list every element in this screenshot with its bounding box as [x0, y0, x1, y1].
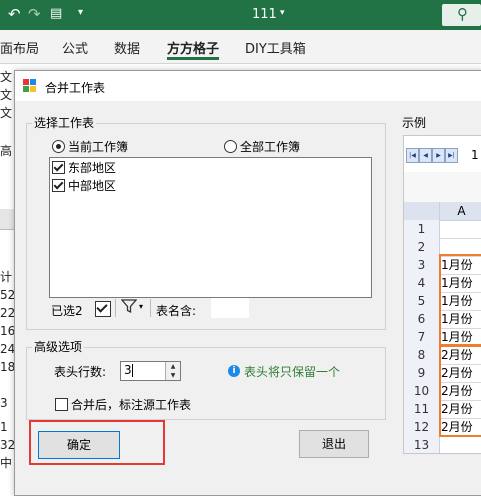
- sheet-cell: 18: [0, 360, 14, 374]
- sheet-name-filter-label: 表名含:: [156, 304, 197, 318]
- check-icon: [96, 301, 108, 313]
- title-bar: ↶ ↷ ▤ ▾ 111 ▾ ⚲: [0, 0, 481, 30]
- annotate-source-label[interactable]: 合并后，标注源工作表: [71, 396, 191, 413]
- dialog-title-bar: 合并工作表: [15, 71, 481, 101]
- header-rows-value[interactable]: 3: [124, 363, 132, 377]
- sheet-checkbox-east[interactable]: [52, 161, 65, 174]
- selected-count: 已选2: [51, 304, 83, 318]
- sheet-label-central[interactable]: 中部地区: [68, 177, 116, 194]
- example-cell: [440, 220, 481, 239]
- dialog-title: 合并工作表: [45, 81, 106, 95]
- divider: [115, 299, 116, 317]
- title-dropdown-icon[interactable]: ▾: [280, 8, 285, 18]
- sheet-list[interactable]: 东部地区 中部地区: [49, 157, 372, 298]
- row-header: 3: [404, 256, 440, 275]
- advanced-options-group-label: 高级选项: [32, 338, 85, 355]
- example-cell: [440, 436, 481, 453]
- sheet-nav: |◀ ◀ ▶ ▶| 1: [404, 148, 481, 164]
- sheet-cell: 52: [0, 288, 14, 302]
- tab-page-layout[interactable]: 面布局: [0, 38, 39, 57]
- highlight-january-block: [439, 254, 481, 347]
- tab-fangfanggezi[interactable]: 方方格子: [167, 38, 219, 57]
- sheet-cell: 文: [0, 70, 13, 84]
- last-sheet-icon: ▶|: [445, 148, 458, 163]
- sheet-cell: 文: [0, 106, 13, 120]
- text-cursor: [132, 364, 133, 377]
- radio-current-workbook[interactable]: [52, 140, 65, 153]
- select-sheets-group-label: 选择工作表: [32, 114, 97, 131]
- row-header: 4: [404, 274, 440, 293]
- customize-icon[interactable]: ▤: [50, 6, 62, 21]
- radio-all-workbooks[interactable]: [224, 140, 237, 153]
- info-icon: i: [228, 365, 240, 377]
- sheet-cell: 计: [0, 270, 13, 284]
- row-header: 1: [404, 220, 440, 239]
- row-header: 11: [404, 400, 440, 419]
- row-header: 2: [404, 238, 440, 257]
- sheet-cell: 32: [0, 438, 14, 452]
- ok-button-highlight: [29, 420, 165, 465]
- sheet-column-header: [0, 209, 14, 230]
- radio-current-workbook-label[interactable]: 当前工作簿: [68, 138, 128, 155]
- app-icon: [23, 79, 36, 92]
- divider: [150, 299, 151, 317]
- sheet-checkbox-central[interactable]: [52, 179, 65, 192]
- sheet-cell: 22: [0, 306, 14, 320]
- sheet-cell: 中: [0, 456, 13, 470]
- search-box[interactable]: ⚲: [442, 4, 481, 26]
- quick-access-dropdown-icon[interactable]: ▾: [78, 7, 83, 18]
- sheet-name-filter-input[interactable]: [211, 298, 249, 318]
- sheet-cell: 3: [0, 396, 8, 410]
- worksheet-left-strip: 文 文 文 高 计 52 22 16 24 18 3 1 32 中: [0, 64, 14, 496]
- redo-icon[interactable]: ↷: [28, 5, 41, 23]
- header-rows-label: 表头行数:: [54, 365, 107, 379]
- example-sheet-tab: 1: [471, 148, 479, 162]
- sheet-label-east[interactable]: 东部地区: [68, 159, 116, 176]
- example-column-header: A: [440, 202, 481, 221]
- radio-all-workbooks-label[interactable]: 全部工作簿: [240, 138, 300, 155]
- row-header: 5: [404, 292, 440, 311]
- spin-buttons: ▲ ▼: [165, 362, 180, 380]
- column-a-label: A: [457, 204, 466, 218]
- highlight-february-block: [439, 344, 481, 437]
- sheet-cell: 文: [0, 88, 13, 102]
- workbook-title: 111: [252, 7, 277, 22]
- select-all-toggle[interactable]: [95, 301, 111, 317]
- first-sheet-icon: |◀: [406, 148, 419, 163]
- example-label: 示例: [402, 116, 427, 130]
- row-header: 6: [404, 310, 440, 329]
- search-icon: ⚲: [457, 5, 468, 23]
- tab-formulas[interactable]: 公式: [62, 38, 88, 57]
- row-header: 7: [404, 328, 440, 347]
- example-corner: [404, 202, 440, 221]
- next-sheet-icon: ▶: [432, 148, 445, 163]
- row-header: 13: [404, 436, 440, 453]
- decrement-icon[interactable]: ▼: [166, 371, 180, 380]
- filter-icon[interactable]: [120, 298, 138, 314]
- row-header: 10: [404, 382, 440, 401]
- example-preview: |◀ ◀ ▶ ▶| 1 A 1 2 3 1月份 4 1月份 5 1月份 6 1月…: [403, 135, 481, 454]
- exit-button[interactable]: 退出: [299, 430, 369, 458]
- example-grid-top: [404, 172, 481, 202]
- header-rows-stepper[interactable]: 3 ▲ ▼: [120, 361, 181, 381]
- tab-diy-toolbox[interactable]: DIY工具箱: [245, 38, 306, 57]
- increment-icon[interactable]: ▲: [166, 362, 180, 371]
- sheet-cell: 16: [0, 324, 14, 338]
- row-header: 12: [404, 418, 440, 437]
- sheet-cell: 24: [0, 342, 14, 356]
- ribbon-tabs: 面布局 公式 数据 方方格子 DIY工具箱: [0, 30, 481, 64]
- filter-dropdown-icon[interactable]: ▾: [139, 302, 143, 311]
- header-tip: 表头将只保留一个: [244, 365, 341, 379]
- sheet-cell: 1: [0, 420, 8, 434]
- sheet-cell: 高: [0, 144, 13, 158]
- row-header: 8: [404, 346, 440, 365]
- active-tab-indicator: [167, 57, 219, 60]
- annotate-source-checkbox[interactable]: [55, 398, 68, 411]
- prev-sheet-icon: ◀: [419, 148, 432, 163]
- tab-data[interactable]: 数据: [114, 38, 140, 57]
- row-header: 9: [404, 364, 440, 383]
- undo-icon[interactable]: ↶: [8, 5, 21, 23]
